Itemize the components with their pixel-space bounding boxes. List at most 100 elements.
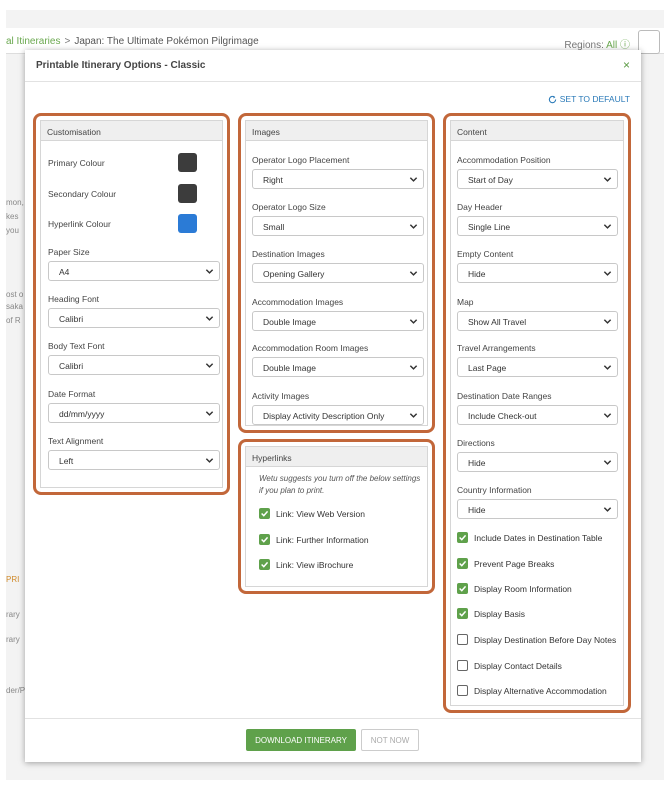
accommodation-room-images-select[interactable]: Double Image bbox=[252, 357, 424, 377]
download-itinerary-button[interactable]: DOWNLOAD ITINERARY bbox=[246, 729, 356, 751]
operator-logo-placement-select[interactable]: Right bbox=[252, 169, 424, 189]
accommodation-position-select[interactable]: Start of Day bbox=[457, 169, 618, 189]
background-text-fragment: of R bbox=[6, 316, 21, 325]
checkmark-icon bbox=[459, 560, 467, 567]
operator-logo-size-select[interactable]: Small bbox=[252, 216, 424, 236]
map-label: Map bbox=[457, 297, 474, 307]
checkmark-icon bbox=[459, 534, 467, 541]
empty-content-select[interactable]: Hide bbox=[457, 263, 618, 283]
modal-title: Printable Itinerary Options - Classic bbox=[36, 60, 206, 71]
background-text-fragment: der/P bbox=[6, 686, 26, 695]
set-to-default-button[interactable]: SET TO DEFAULT bbox=[548, 94, 630, 104]
chevron-down-icon bbox=[205, 458, 214, 463]
directions-select[interactable]: Hide bbox=[457, 452, 618, 472]
travel-arrangements-label: Travel Arrangements bbox=[457, 343, 536, 353]
date-format-label: Date Format bbox=[48, 389, 96, 399]
primary-colour-swatch[interactable] bbox=[178, 153, 197, 172]
checkbox[interactable] bbox=[457, 608, 468, 619]
prevent-page-breaks-option[interactable]: Prevent Page Breaks bbox=[457, 558, 554, 569]
printable-options-modal: Printable Itinerary Options - Classic × … bbox=[25, 50, 641, 762]
checkbox-label: Link: View Web Version bbox=[276, 508, 365, 519]
operator-logo-size-label: Operator Logo Size bbox=[252, 202, 326, 212]
display-destination-before-day-notes-option[interactable]: Display Destination Before Day Notes bbox=[457, 634, 616, 645]
chevron-down-icon bbox=[409, 177, 418, 182]
destination-date-ranges-select[interactable]: Include Check-out bbox=[457, 405, 618, 425]
accommodation-images-label: Accommodation Images bbox=[252, 297, 344, 307]
text-alignment-label: Text Alignment bbox=[48, 436, 104, 446]
day-header-label: Day Header bbox=[457, 202, 503, 212]
text-alignment-select[interactable]: Left bbox=[48, 450, 220, 470]
set-to-default-label: SET TO DEFAULT bbox=[559, 94, 630, 104]
empty-content-value: Hide bbox=[468, 269, 486, 279]
day-header-select[interactable]: Single Line bbox=[457, 216, 618, 236]
checkmark-icon bbox=[261, 561, 269, 568]
travel-arrangements-select[interactable]: Last Page bbox=[457, 357, 618, 377]
modal-footer: DOWNLOAD ITINERARY NOT NOW bbox=[25, 718, 641, 762]
checkbox[interactable] bbox=[457, 685, 468, 696]
destination-date-ranges-label: Destination Date Ranges bbox=[457, 391, 552, 401]
date-format-value: dd/mm/yyyy bbox=[59, 409, 105, 419]
checkmark-icon bbox=[261, 536, 269, 543]
link-view-ibrochure-option[interactable]: Link: View iBrochure bbox=[259, 559, 353, 570]
close-icon[interactable]: × bbox=[623, 58, 630, 72]
accommodation-position-value: Start of Day bbox=[468, 175, 513, 185]
country-information-select[interactable]: Hide bbox=[457, 499, 618, 519]
checkbox[interactable] bbox=[259, 559, 270, 570]
destination-images-label: Destination Images bbox=[252, 249, 325, 259]
secondary-colour-swatch[interactable] bbox=[178, 184, 197, 203]
checkmark-icon bbox=[261, 510, 269, 517]
heading-font-select[interactable]: Calibri bbox=[48, 308, 220, 328]
background-text-fragment: mon, bbox=[6, 198, 24, 207]
accommodation-room-images-value: Double Image bbox=[263, 363, 316, 373]
activity-images-select[interactable]: Display Activity Description Only bbox=[252, 405, 424, 425]
checkbox[interactable] bbox=[457, 634, 468, 645]
chevron-down-icon bbox=[205, 269, 214, 274]
paper-size-value: A4 bbox=[59, 267, 70, 277]
chevron-down-icon bbox=[409, 271, 418, 276]
hyperlink-colour-swatch[interactable] bbox=[178, 214, 197, 233]
checkbox[interactable] bbox=[259, 534, 270, 545]
content-panel-highlight: Content Accommodation Position Start of … bbox=[443, 113, 631, 713]
checkbox-label: Display Basis bbox=[474, 608, 526, 619]
checkbox[interactable] bbox=[457, 660, 468, 671]
regions-filter[interactable]: Regions: All ⓘ bbox=[564, 36, 630, 51]
chevron-down-icon bbox=[205, 316, 214, 321]
checkbox-label: Display Room Information bbox=[474, 583, 572, 594]
checkbox[interactable] bbox=[457, 558, 468, 569]
body-text-font-label: Body Text Font bbox=[48, 341, 105, 351]
body-text-font-select[interactable]: Calibri bbox=[48, 355, 220, 375]
date-format-select[interactable]: dd/mm/yyyy bbox=[48, 403, 220, 423]
paper-size-select[interactable]: A4 bbox=[48, 261, 220, 281]
destination-images-select[interactable]: Opening Gallery bbox=[252, 263, 424, 283]
display-contact-details-option[interactable]: Display Contact Details bbox=[457, 660, 562, 671]
customisation-panel: Customisation Primary Colour Secondary C… bbox=[40, 120, 223, 488]
include-dates-option[interactable]: Include Dates in Destination Table bbox=[457, 532, 602, 543]
display-basis-option[interactable]: Display Basis bbox=[457, 608, 525, 619]
background-button[interactable] bbox=[638, 30, 660, 54]
checkbox-label: Include Dates in Destination Table bbox=[474, 532, 603, 543]
accommodation-images-value: Double Image bbox=[263, 317, 316, 327]
chevron-down-icon bbox=[603, 365, 612, 370]
display-room-information-option[interactable]: Display Room Information bbox=[457, 583, 572, 594]
chevron-down-icon bbox=[409, 319, 418, 324]
display-alternative-accommodation-option[interactable]: Display Alternative Accommodation bbox=[457, 685, 607, 696]
checkbox[interactable] bbox=[457, 532, 468, 543]
checkbox-label: Prevent Page Breaks bbox=[474, 558, 555, 569]
checkbox[interactable] bbox=[457, 583, 468, 594]
refresh-icon bbox=[548, 95, 556, 103]
hyperlinks-panel-highlight: Hyperlinks Wetu suggests you turn off th… bbox=[238, 439, 435, 594]
directions-label: Directions bbox=[457, 438, 495, 448]
link-view-web-version-option[interactable]: Link: View Web Version bbox=[259, 508, 365, 519]
background-text-fragment: rary bbox=[6, 610, 20, 619]
chevron-down-icon bbox=[205, 411, 214, 416]
not-now-button[interactable]: NOT NOW bbox=[361, 729, 419, 751]
chevron-down-icon bbox=[603, 413, 612, 418]
operator-logo-size-value: Small bbox=[263, 222, 285, 232]
accommodation-images-select[interactable]: Double Image bbox=[252, 311, 424, 331]
checkbox[interactable] bbox=[259, 508, 270, 519]
link-further-information-option[interactable]: Link: Further Information bbox=[259, 534, 369, 545]
breadcrumb-parent[interactable]: al Itineraries bbox=[6, 36, 60, 47]
chevron-down-icon bbox=[603, 271, 612, 276]
hyperlink-colour-label: Hyperlink Colour bbox=[48, 219, 111, 229]
map-select[interactable]: Show All Travel bbox=[457, 311, 618, 331]
